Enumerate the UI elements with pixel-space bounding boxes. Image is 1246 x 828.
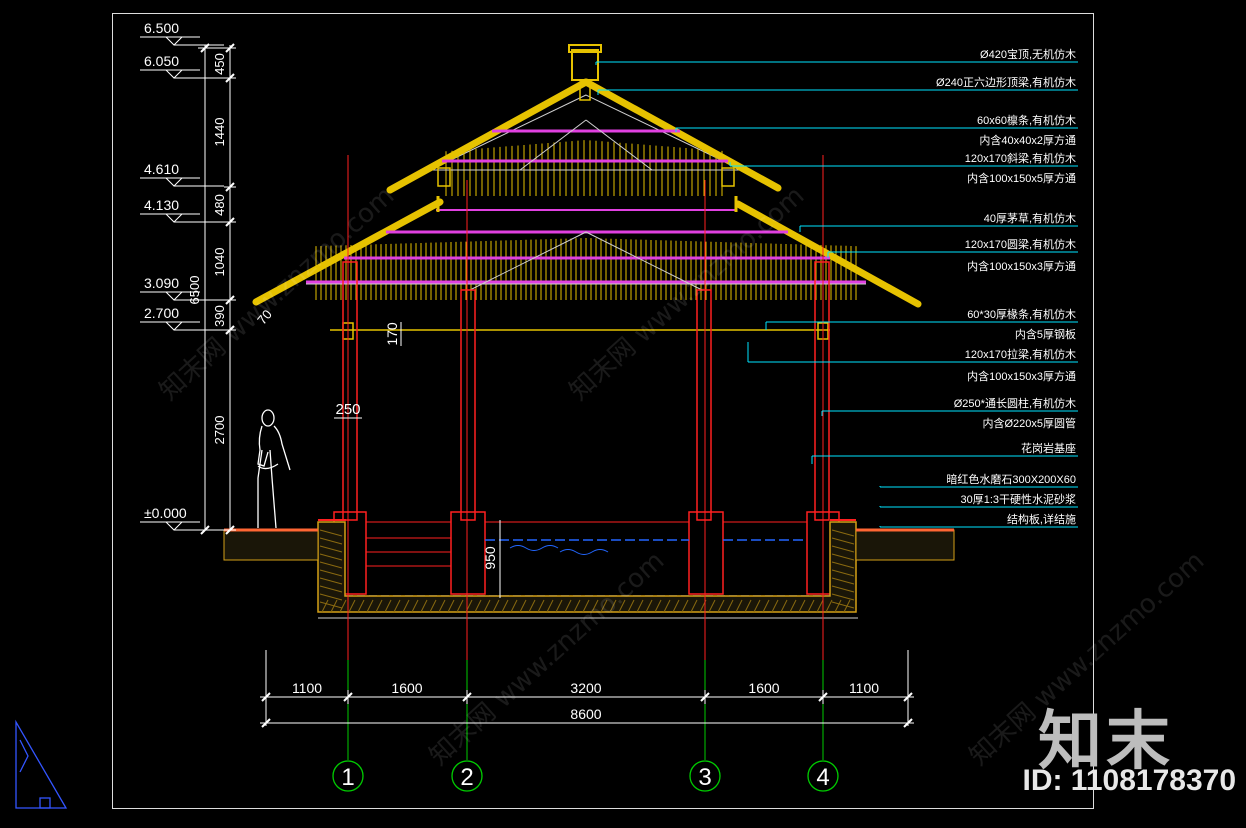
columns [333,261,840,595]
dim-250: 250 [335,401,360,418]
axis-bubble-1: 1 [332,760,364,792]
dim-1440: 1440 [212,118,227,147]
annotation-text: 内含100x150x5厚方通 [967,171,1076,185]
annotation-text: 120x170拉梁,有机仿木 [965,347,1076,361]
dim-1600-left: 1600 [391,680,422,696]
axis-label: 3 [698,764,711,791]
dim-1040: 1040 [212,248,227,277]
annotation-text: 40厚茅草,有机仿木 [984,211,1076,225]
axis-label: 1 [341,764,354,791]
dim-170: 170 [384,322,400,346]
elevation-label: 6.050 [144,53,179,69]
dim-1100-right: 1100 [849,680,879,696]
human-figure [257,409,291,529]
axis-bubble-4: 4 [807,760,839,792]
annotation-text: 60x60檩条,有机仿木 [977,113,1076,127]
axis-label: 4 [816,764,829,791]
annotation-text: 120x170圆梁,有机仿木 [965,237,1076,251]
annotation-texts: Ø420宝顶,无机仿木Ø240正六边形顶梁,有机仿木60x60檩条,有机仿木内含… [936,47,1076,526]
annotation-text: 120x170斜梁,有机仿木 [965,151,1076,165]
elevation-label: 2.700 [144,305,179,321]
elevation-label: 4.130 [144,197,179,213]
dim-450: 450 [212,53,227,75]
dim-total-8600: 8600 [570,706,601,722]
annotation-text: 结构板,详结施 [1007,512,1076,526]
elevation-label: 6.500 [144,20,179,36]
roof-finial [571,49,599,81]
column-3 [696,289,712,521]
section-triangle-symbol [15,719,68,809]
annotation-text: 内含5厚钢板 [1015,327,1076,341]
upper-roof-right-slope [582,78,782,192]
annotation-text: 60*30厚椽条,有机仿木 [967,307,1076,321]
annotation-text: 内含Ø220x5厚圆管 [982,416,1076,430]
dim-2700: 2700 [212,416,227,445]
annotation-text: 内含100x150x3厚方通 [967,369,1076,383]
elevation-marker: 4.610 [140,161,224,187]
dim-950: 950 [482,546,498,570]
elevation-marker: ±0.000 [140,505,224,531]
annotation-text: 30厚1:3干硬性水泥砂浆 [960,492,1076,506]
column-1 [342,261,358,521]
elevation-label: ±0.000 [144,505,187,521]
annotation-text: 内含40x40x2厚方通 [979,133,1076,147]
column-2 [460,289,476,521]
elevation-marker: 3.090 [140,275,224,301]
annotation-text: Ø240正六边形顶梁,有机仿木 [936,75,1076,89]
annotation-text: 内含100x150x3厚方通 [967,259,1076,273]
dim-480: 480 [212,194,227,216]
dim-1100-left: 1100 [292,680,322,696]
pond-water [345,539,830,597]
axis-bubble-2: 2 [451,760,483,792]
id-label: ID: 1108178370 [1022,764,1236,797]
elevation-label: 4.610 [144,161,179,177]
annotation-text: 暗红色水磨石300X200X60 [946,472,1076,486]
dim-1600-right: 1600 [748,680,779,696]
elevation-label: 3.090 [144,275,179,291]
axis-label: 2 [460,764,473,791]
annotation-text: 花岗岩基座 [1021,441,1076,455]
dim-3200: 3200 [570,680,601,696]
horizontal-dimension-text: 1100 1600 3200 1600 1100 8600 [292,680,879,722]
column-4 [814,261,830,521]
annotation-text: Ø420宝顶,无机仿木 [980,47,1076,61]
annotation-text: Ø250*通长圆柱,有机仿木 [954,396,1076,410]
elevation-marker: 6.500 [140,20,224,46]
axis-bubble-3: 3 [689,760,721,792]
